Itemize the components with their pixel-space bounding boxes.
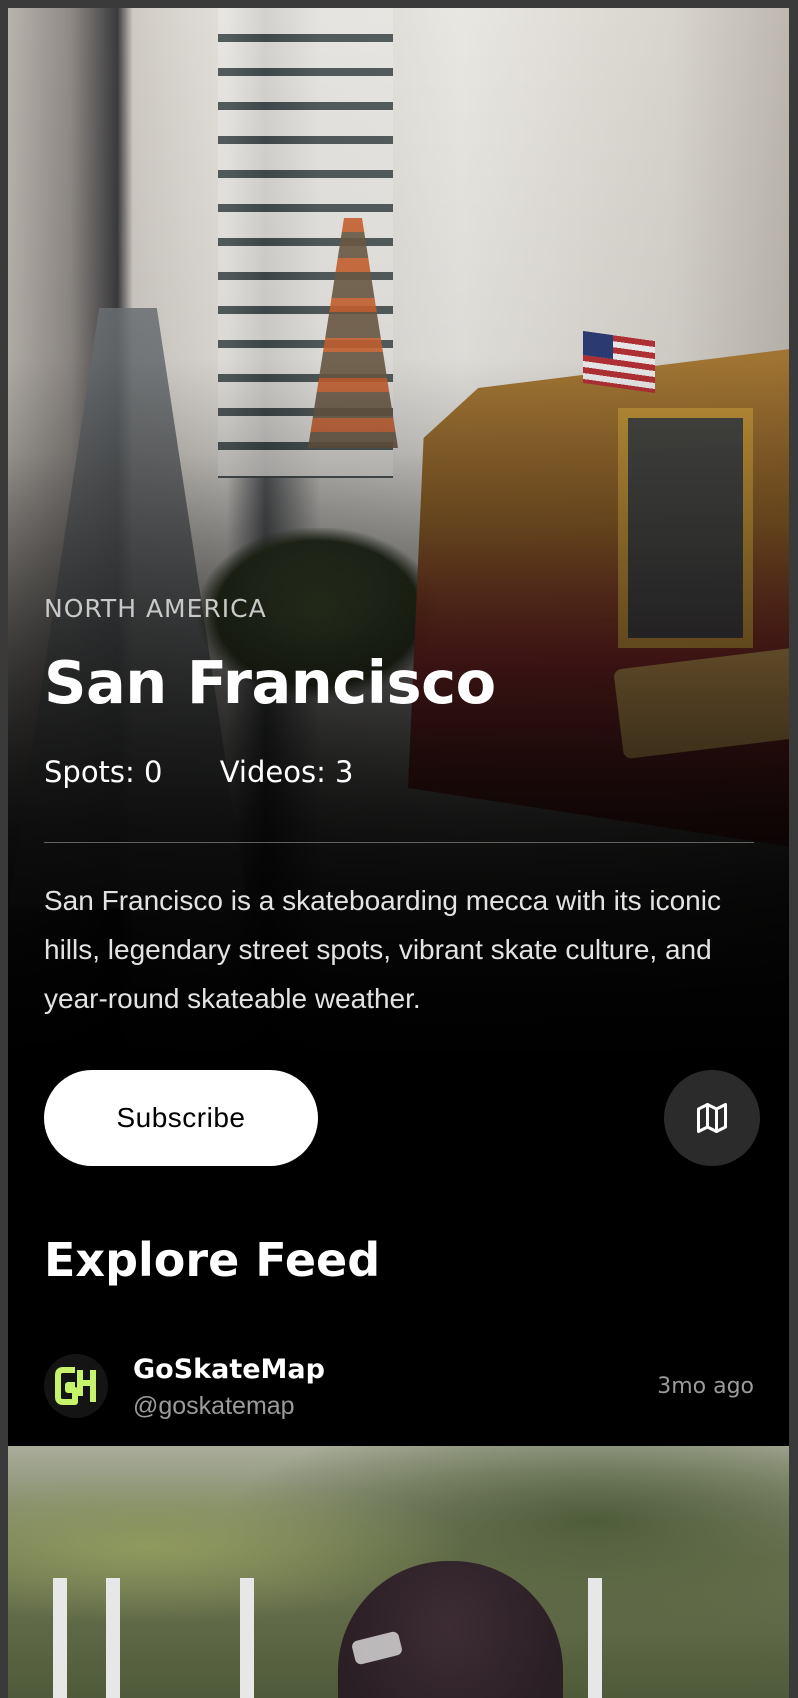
spots-count: Spots: 0 [44,755,163,789]
app-screen: NORTH AMERICA San Francisco Spots: 0 Vid… [8,8,789,1698]
photo-skater-beanie [338,1561,563,1698]
post-timestamp: 3mo ago [657,1374,754,1399]
avatar[interactable] [44,1354,108,1418]
subscribe-button[interactable]: Subscribe [44,1070,318,1166]
photo-pole [106,1578,120,1698]
city-description: San Francisco is a skateboarding mecca w… [44,885,721,1014]
author-name[interactable]: GoSkateMap [133,1354,325,1385]
explore-feed-title: Explore Feed [44,1233,381,1287]
photo-pole [588,1578,602,1698]
author-handle: @goskatemap [133,1392,295,1420]
divider [44,842,754,843]
post-video-thumbnail[interactable] [8,1446,789,1698]
videos-count: Videos: 3 [219,755,354,789]
photo-pole [240,1578,254,1698]
goskatemap-logo-icon [55,1367,96,1405]
region-label: NORTH AMERICA [44,594,267,623]
map-icon [697,1103,727,1133]
post-header[interactable]: GoSkateMap @goskatemap 3mo ago [44,1346,754,1426]
map-button[interactable] [664,1070,760,1166]
city-hero: NORTH AMERICA San Francisco Spots: 0 Vid… [8,8,789,1178]
photo-pole [53,1578,67,1698]
city-title: San Francisco [44,648,496,717]
city-stats: Spots: 0 Videos: 3 [44,755,402,789]
